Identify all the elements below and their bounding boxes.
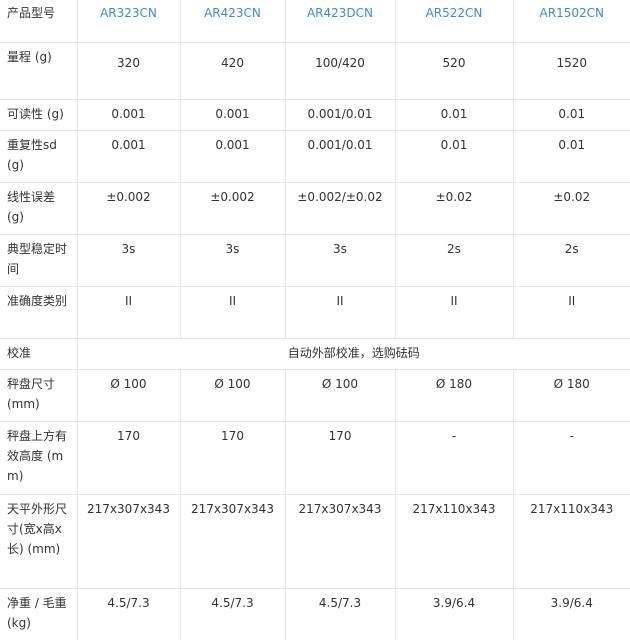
row-label-pan-size: 秤盘尺寸 (mm) (0, 370, 77, 422)
table-cell: 4.5/7.3 (77, 589, 180, 640)
table-cell: 0.001 (180, 131, 285, 183)
table-cell: 0.01 (513, 100, 630, 131)
table-cell: 217x307x343 (77, 495, 180, 589)
table-cell: 4.5/7.3 (180, 589, 285, 640)
header-model-2: AR423CN (180, 0, 285, 43)
table-cell: II (513, 287, 630, 339)
table-cell: 420 (180, 43, 285, 100)
table-cell: 217x307x343 (180, 495, 285, 589)
header-model-3: AR423DCN (285, 0, 395, 43)
table-cell: 4.5/7.3 (285, 589, 395, 640)
table-row: 线性误差 (g) ±0.002 ±0.002 ±0.002/±0.02 ±0.0… (0, 183, 630, 235)
row-label-pan-height: 秤盘上方有效高度 (mm) (0, 422, 77, 495)
table-cell: II (285, 287, 395, 339)
table-cell: 217x110x343 (395, 495, 513, 589)
table-cell: 0.01 (395, 100, 513, 131)
row-label-dimensions: 天平外形尺寸(宽x高x长) (mm) (0, 495, 77, 589)
table-cell: Ø 180 (513, 370, 630, 422)
header-model-1: AR323CN (77, 0, 180, 43)
table-cell: 217x307x343 (285, 495, 395, 589)
table-cell: - (513, 422, 630, 495)
row-label-stabilization: 典型稳定时间 (0, 235, 77, 287)
table-cell: 0.01 (395, 131, 513, 183)
header-product-model: 产品型号 (0, 0, 77, 43)
table-cell: 3.9/6.4 (395, 589, 513, 640)
table-cell: Ø 100 (285, 370, 395, 422)
table-cell: 217x110x343 (513, 495, 630, 589)
table-cell: 2s (513, 235, 630, 287)
table-cell: 100/420 (285, 43, 395, 100)
table-cell: 0.001 (180, 100, 285, 131)
table-cell: ±0.002 (77, 183, 180, 235)
table-header-row: 产品型号 AR323CN AR423CN AR423DCN AR522CN AR… (0, 0, 630, 43)
table-cell: 3s (77, 235, 180, 287)
table-cell: ±0.02 (513, 183, 630, 235)
row-label-capacity: 量程 (g) (0, 43, 77, 100)
table-cell: 520 (395, 43, 513, 100)
table-row: 量程 (g) 320 420 100/420 520 1520 (0, 43, 630, 100)
row-label-accuracy-class: 准确度类别 (0, 287, 77, 339)
table-cell: Ø 100 (180, 370, 285, 422)
table-cell: 170 (180, 422, 285, 495)
table-row: 典型稳定时间 3s 3s 3s 2s 2s (0, 235, 630, 287)
header-model-4: AR522CN (395, 0, 513, 43)
table-row: 重复性sd (g) 0.001 0.001 0.001/0.01 0.01 0.… (0, 131, 630, 183)
table-row: 净重 / 毛重 (kg) 4.5/7.3 4.5/7.3 4.5/7.3 3.9… (0, 589, 630, 640)
row-label-repeatability: 重复性sd (g) (0, 131, 77, 183)
row-label-linearity: 线性误差 (g) (0, 183, 77, 235)
table-row: 可读性 (g) 0.001 0.001 0.001/0.01 0.01 0.01 (0, 100, 630, 131)
row-label-calibration: 校准 (0, 339, 77, 370)
table-cell: ±0.02 (395, 183, 513, 235)
table-cell: II (180, 287, 285, 339)
table-cell: ±0.002 (180, 183, 285, 235)
table-cell: 2s (395, 235, 513, 287)
table-row: 准确度类别 II II II II II (0, 287, 630, 339)
table-cell: 3s (285, 235, 395, 287)
table-cell: II (77, 287, 180, 339)
table-cell: Ø 100 (77, 370, 180, 422)
table-cell: 0.01 (513, 131, 630, 183)
row-label-weight: 净重 / 毛重 (kg) (0, 589, 77, 640)
table-row: 天平外形尺寸(宽x高x长) (mm) 217x307x343 217x307x3… (0, 495, 630, 589)
table-cell: Ø 180 (395, 370, 513, 422)
table-cell: 0.001/0.01 (285, 100, 395, 131)
table-cell: 0.001/0.01 (285, 131, 395, 183)
table-cell: 170 (77, 422, 180, 495)
table-cell: 3s (180, 235, 285, 287)
table-row: 秤盘尺寸 (mm) Ø 100 Ø 100 Ø 100 Ø 180 Ø 180 (0, 370, 630, 422)
table-cell: II (395, 287, 513, 339)
table-cell: 0.001 (77, 131, 180, 183)
calibration-value: 自动外部校准，选购砝码 (77, 339, 630, 370)
row-label-readability: 可读性 (g) (0, 100, 77, 131)
table-cell: 3.9/6.4 (513, 589, 630, 640)
spec-table: 产品型号 AR323CN AR423CN AR423DCN AR522CN AR… (0, 0, 630, 640)
table-cell: - (395, 422, 513, 495)
header-model-5: AR1502CN (513, 0, 630, 43)
table-row: 校准 自动外部校准，选购砝码 (0, 339, 630, 370)
table-cell: 1520 (513, 43, 630, 100)
table-cell: 170 (285, 422, 395, 495)
table-cell: ±0.002/±0.02 (285, 183, 395, 235)
table-cell: 320 (77, 43, 180, 100)
table-row: 秤盘上方有效高度 (mm) 170 170 170 - - (0, 422, 630, 495)
table-cell: 0.001 (77, 100, 180, 131)
